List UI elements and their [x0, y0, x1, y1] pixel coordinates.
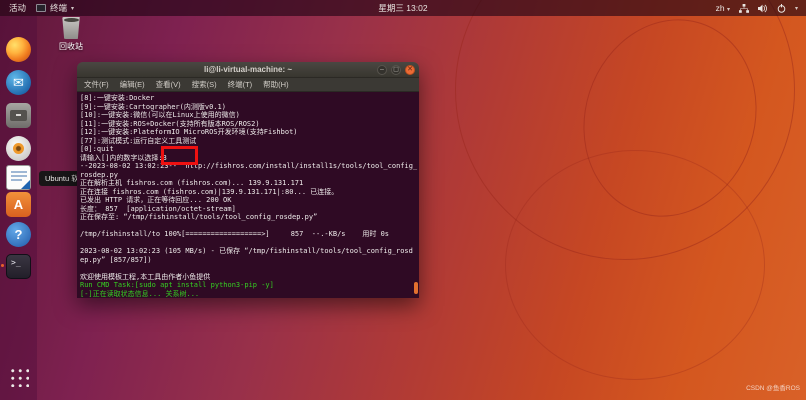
- terminal-line: [80, 239, 419, 248]
- close-button[interactable]: ✕: [405, 65, 415, 75]
- dock-item-terminal[interactable]: >_: [5, 253, 32, 280]
- activities-button[interactable]: 活动: [9, 2, 26, 14]
- dock-item-help[interactable]: ?: [5, 221, 32, 248]
- terminal-menubar: 文件(F) 编辑(E) 查看(V) 搜索(S) 终端(T) 帮助(H): [77, 78, 419, 92]
- focused-app-menu[interactable]: 终端 ▾: [36, 2, 74, 14]
- terminal-line: 已发出 HTTP 请求，正在等待回应... 200 OK: [80, 196, 419, 205]
- trash-desktop-icon[interactable]: 回收站: [49, 17, 93, 52]
- running-indicator-dot: [1, 264, 4, 267]
- terminal-line: [8]:一键安装:Docker: [80, 94, 419, 103]
- terminal-line: [0]:quit: [80, 145, 419, 154]
- terminal-line: [77]:测试模式:运行自定义工具测试: [80, 137, 419, 146]
- software-updater-icon: [6, 136, 31, 161]
- terminal-line: 正在连接 fishros.com (fishros.com)|139.9.131…: [80, 188, 419, 197]
- terminal-line: [80, 264, 419, 273]
- help-icon: ?: [6, 222, 31, 247]
- dock-item-files[interactable]: [5, 102, 32, 129]
- terminal-titlebar[interactable]: li@li-virtual-machine: ~ – ◻ ✕: [77, 62, 419, 78]
- wallpaper-mascot-curve: [558, 0, 781, 239]
- terminal-line: [10]:一键安装:微信(可以在Linux上使用的微信): [80, 111, 419, 120]
- terminal-line: 欢迎使用模板工程,本工具由作者小鱼提供: [80, 273, 419, 282]
- firefox-icon: [6, 37, 31, 62]
- input-method-indicator[interactable]: zh ▾: [716, 3, 730, 13]
- power-icon[interactable]: [777, 4, 786, 13]
- dock-item-thunderbird[interactable]: ✉: [5, 69, 32, 96]
- terminal-title: li@li-virtual-machine: ~: [204, 65, 292, 74]
- terminal-line: 请输入[]内的数字以选择:3: [80, 154, 419, 163]
- focused-app-name: 终端: [50, 2, 67, 14]
- terminal-line: 2023-08-02 13:02:23 (105 MB/s) - 已保存 “/t…: [80, 247, 419, 256]
- maximize-button[interactable]: ◻: [391, 65, 401, 75]
- libreoffice-writer-icon: [6, 165, 31, 190]
- terminal-mini-icon: [36, 4, 46, 12]
- input-method-label: zh: [716, 3, 725, 13]
- show-applications-icon[interactable]: [8, 366, 29, 387]
- chevron-down-icon: ▾: [727, 7, 730, 13]
- terminal-line: 正在保存至: “/tmp/fishinstall/tools/tool_conf…: [80, 213, 419, 222]
- watermark: CSDN @鱼香ROS: [746, 382, 800, 392]
- menu-item-0[interactable]: 文件(F): [84, 79, 109, 90]
- wallpaper-mascot-curve: [455, 0, 795, 260]
- dock-item-software-updater[interactable]: [5, 135, 32, 162]
- trash-label: 回收站: [49, 41, 93, 52]
- ubuntu-software-icon: A: [6, 192, 31, 217]
- terminal-icon: >_: [6, 254, 31, 279]
- trash-icon: [62, 17, 81, 39]
- dock-item-firefox[interactable]: [5, 36, 32, 63]
- terminal-line: rosdep.py: [80, 171, 419, 180]
- menu-item-4[interactable]: 终端(T): [228, 79, 253, 90]
- terminal-line: [80, 222, 419, 231]
- volume-icon[interactable]: [758, 4, 768, 13]
- top-bar: 活动 终端 ▾ 星期三 13:02 zh ▾ ▾: [0, 0, 806, 16]
- terminal-line: 长度： 857 [application/octet-stream]: [80, 205, 419, 214]
- terminal-line: ep.py” [857/857]): [80, 256, 419, 265]
- terminal-line: /tmp/fishinstall/to 100%[===============…: [80, 230, 419, 239]
- network-icon[interactable]: [739, 4, 749, 13]
- terminal-line: --2023-08-02 13:02:23-- http://fishros.c…: [80, 162, 419, 171]
- chevron-down-icon: ▾: [71, 5, 74, 12]
- terminal-output[interactable]: [8]:一键安装:Docker[9]:一键安装:Cartographer(内测版…: [77, 92, 419, 298]
- terminal-line: 正在解析主机 fishros.com (fishros.com)... 139.…: [80, 179, 419, 188]
- terminal-window: li@li-virtual-machine: ~ – ◻ ✕ 文件(F) 编辑(E…: [77, 62, 419, 298]
- menu-item-2[interactable]: 查看(V): [156, 79, 181, 90]
- terminal-line: [12]:一键安装:PlateformIO MicroROS开发环境(支持Fis…: [80, 128, 419, 137]
- files-icon: [6, 103, 31, 128]
- dock-item-ubuntu-software[interactable]: A: [5, 191, 32, 218]
- terminal-line: [-]正在读取状态信息... 关系树...: [80, 290, 419, 299]
- wallpaper-mascot-curve: [505, 150, 765, 380]
- dock: ✉ A ? >_: [0, 16, 37, 400]
- dock-item-libreoffice-writer[interactable]: [5, 164, 32, 191]
- annotation-highlight-box: [161, 146, 198, 165]
- chevron-down-icon[interactable]: ▾: [795, 5, 798, 12]
- menu-item-5[interactable]: 帮助(H): [263, 79, 288, 90]
- terminal-line: [11]:一键安装:ROS+Docker(支持所有版本ROS/ROS2): [80, 120, 419, 129]
- minimize-button[interactable]: –: [377, 65, 387, 75]
- terminal-scrollbar-thumb[interactable]: [414, 282, 418, 294]
- menu-item-3[interactable]: 搜索(S): [192, 79, 217, 90]
- terminal-line: Run CMD Task:[sudo apt install python3-p…: [80, 281, 419, 290]
- menu-item-1[interactable]: 编辑(E): [120, 79, 145, 90]
- terminal-line: [9]:一键安装:Cartographer(内测版v0.1): [80, 103, 419, 112]
- clock[interactable]: 星期三 13:02: [378, 0, 427, 16]
- thunderbird-icon: ✉: [6, 70, 31, 95]
